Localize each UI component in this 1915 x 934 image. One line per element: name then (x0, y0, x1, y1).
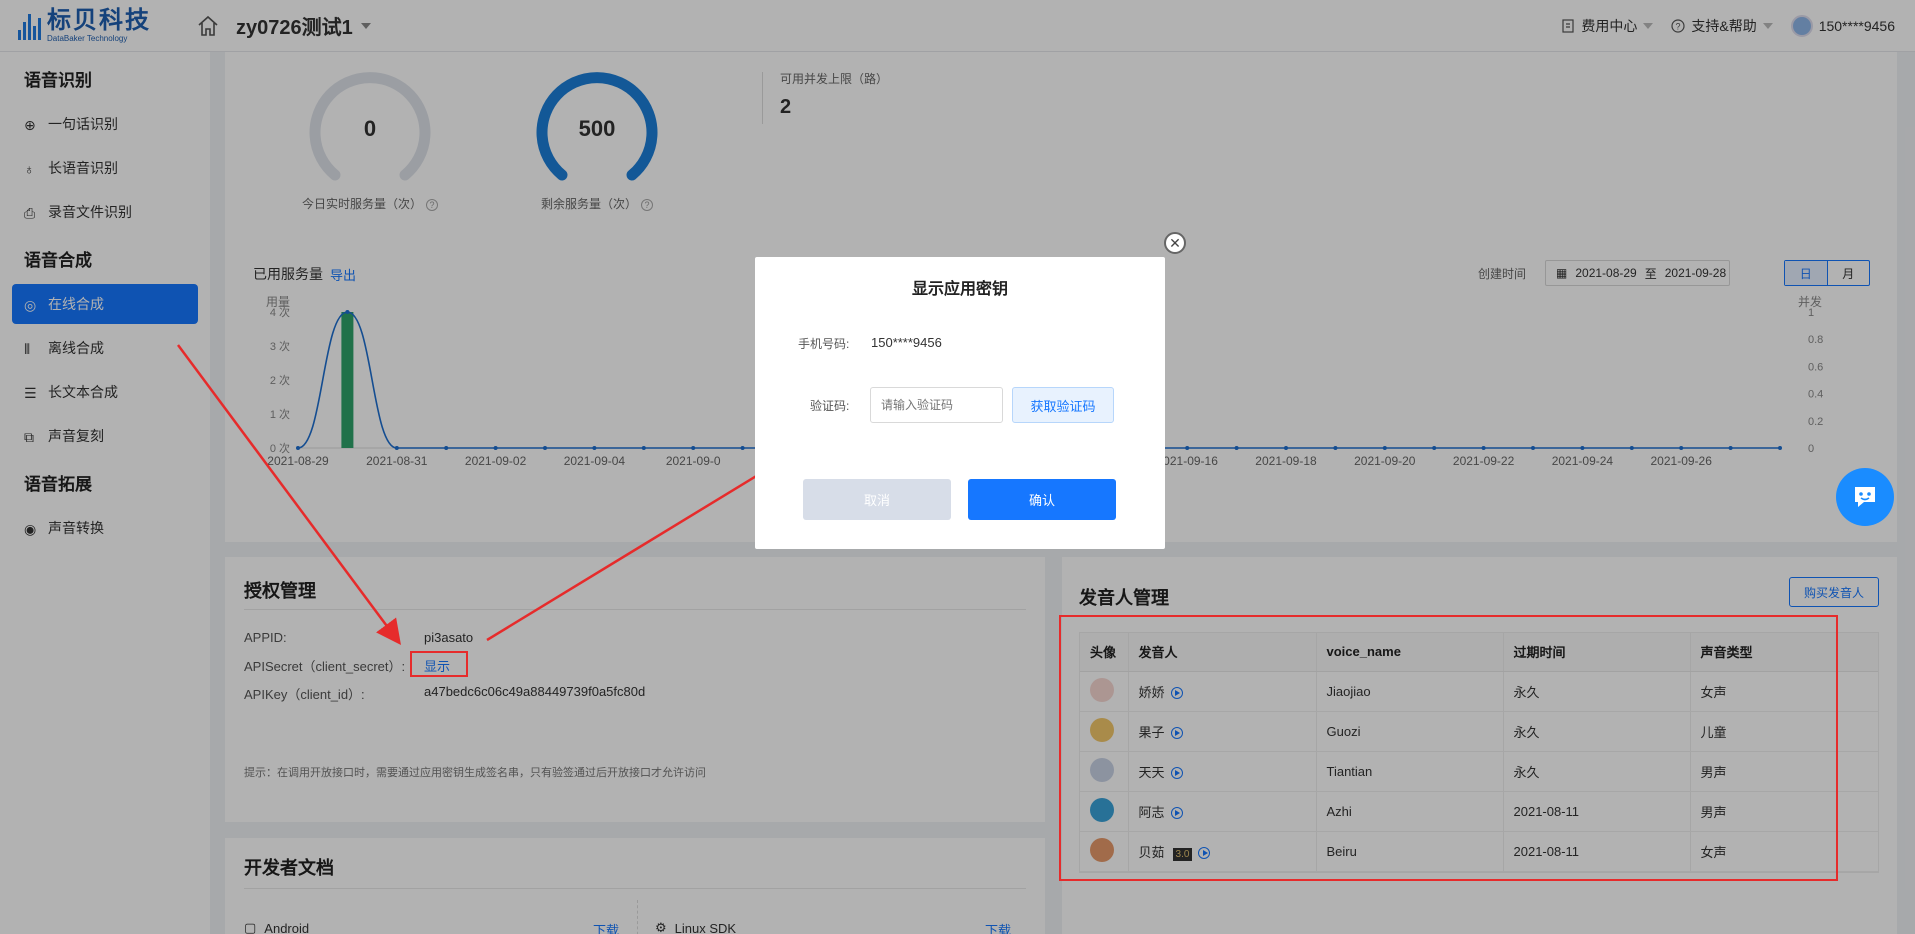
phone-label: 手机号码: (798, 337, 850, 351)
dialog-title: 显示应用密钥 (911, 281, 1008, 298)
code-label: 验证码: (810, 399, 850, 413)
phone-value: 150****9456 (871, 335, 942, 350)
show-secret-dialog: 显示应用密钥 手机号码: 150****9456 验证码: 获取验证码 取消 确… (755, 257, 1165, 549)
verify-code-input[interactable] (870, 387, 1003, 423)
chat-icon (1855, 487, 1875, 507)
annotation-arrow (176, 344, 401, 646)
cancel-button[interactable]: 取消 (803, 479, 951, 520)
confirm-button[interactable]: 确认 (968, 479, 1116, 520)
close-icon[interactable]: ✕ (1164, 232, 1186, 254)
chat-assistant-button[interactable] (1836, 468, 1894, 526)
get-code-button[interactable]: 获取验证码 (1012, 387, 1114, 423)
